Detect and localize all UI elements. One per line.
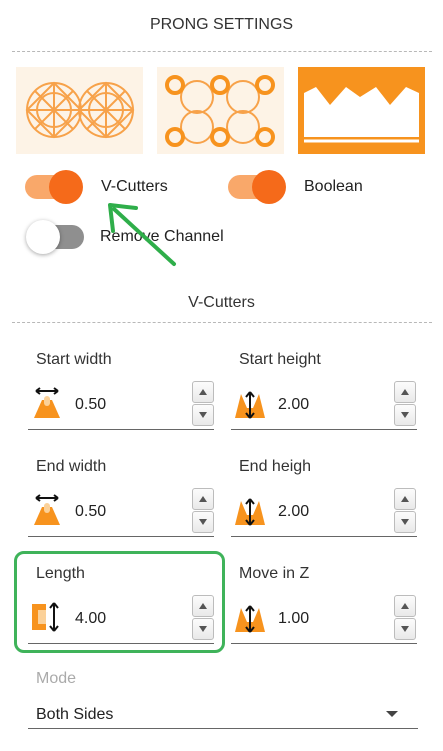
mode-label: Mode xyxy=(36,670,77,687)
increment-button[interactable] xyxy=(192,595,214,617)
width-arrow-icon xyxy=(30,493,64,527)
mode-selected-value: Both Sides xyxy=(36,706,114,723)
length-label: Length xyxy=(36,565,85,582)
move-z-underline xyxy=(231,643,417,644)
length-arrow-icon xyxy=(30,600,64,634)
v-cutters-label: V-Cutters xyxy=(101,178,168,195)
end-width-label: End width xyxy=(36,458,107,475)
chevron-down-icon xyxy=(386,711,398,717)
decrement-button[interactable] xyxy=(192,404,214,426)
height-arrow-icon xyxy=(233,388,267,422)
header-divider xyxy=(12,51,432,52)
start-height-underline xyxy=(231,429,417,430)
round-stones-thumbnail[interactable] xyxy=(16,67,143,154)
prong-grid-icon xyxy=(165,75,275,147)
increment-button[interactable] xyxy=(394,488,416,510)
end-height-label: End heigh xyxy=(239,458,312,475)
height-arrow-icon xyxy=(233,602,267,636)
toggle-knob xyxy=(49,170,83,204)
section-divider xyxy=(12,322,432,323)
round-stones-icon xyxy=(25,81,135,139)
start-width-spinner[interactable] xyxy=(192,381,214,427)
end-width-value[interactable]: 0.50 xyxy=(75,503,106,521)
increment-button[interactable] xyxy=(192,381,214,403)
mode-underline xyxy=(28,728,418,729)
boolean-label: Boolean xyxy=(304,178,363,195)
section-title: V-Cutters xyxy=(188,294,255,311)
height-arrow-icon xyxy=(233,495,267,529)
increment-button[interactable] xyxy=(394,381,416,403)
decrement-button[interactable] xyxy=(394,618,416,640)
start-height-spinner[interactable] xyxy=(394,381,416,427)
toggle-knob xyxy=(26,220,60,254)
mode-dropdown[interactable]: Both Sides xyxy=(28,700,418,730)
move-z-value[interactable]: 1.00 xyxy=(278,610,309,628)
toggle-knob xyxy=(252,170,286,204)
boolean-toggle[interactable] xyxy=(228,170,286,204)
move-z-label: Move in Z xyxy=(239,565,310,582)
decrement-button[interactable] xyxy=(394,404,416,426)
move-z-spinner[interactable] xyxy=(394,595,416,641)
end-height-value[interactable]: 2.00 xyxy=(278,503,309,521)
start-height-value[interactable]: 2.00 xyxy=(278,396,309,414)
increment-button[interactable] xyxy=(192,488,214,510)
prong-grid-thumbnail[interactable] xyxy=(157,67,284,154)
end-height-spinner[interactable] xyxy=(394,488,416,534)
annotation-arrow-icon xyxy=(108,203,176,266)
end-height-underline xyxy=(231,536,417,537)
decrement-button[interactable] xyxy=(192,511,214,533)
start-height-label: Start height xyxy=(239,351,321,368)
end-width-underline xyxy=(28,536,214,537)
length-underline xyxy=(28,643,214,644)
increment-button[interactable] xyxy=(394,595,416,617)
v-cutters-thumbnail[interactable] xyxy=(298,67,425,154)
decrement-button[interactable] xyxy=(192,618,214,640)
end-width-spinner[interactable] xyxy=(192,488,214,534)
length-value[interactable]: 4.00 xyxy=(75,610,106,628)
v-cutters-toggle[interactable] xyxy=(25,170,83,204)
start-width-value[interactable]: 0.50 xyxy=(75,396,106,414)
remove-channel-toggle[interactable] xyxy=(26,220,84,254)
panel-title: PRONG SETTINGS xyxy=(149,16,294,33)
decrement-button[interactable] xyxy=(394,511,416,533)
start-width-label: Start width xyxy=(36,351,112,368)
v-cutter-icon xyxy=(304,87,419,143)
start-width-underline xyxy=(28,429,214,430)
width-arrow-icon xyxy=(30,386,64,420)
length-spinner[interactable] xyxy=(192,595,214,641)
